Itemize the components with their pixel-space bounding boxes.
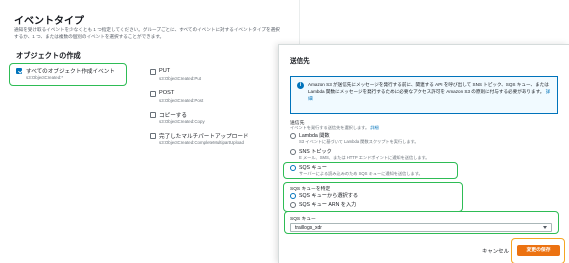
all-create-events-label: すべてのオブジェクト作成イベント bbox=[26, 69, 115, 75]
sqs-queue-value: traillogs_xdr bbox=[295, 225, 322, 231]
permissions-info-text: Amazon S3 が送信先にメッセージを発行する前に、関連する API を呼び… bbox=[308, 81, 553, 102]
put-label: PUT bbox=[159, 68, 171, 74]
permissions-info-body: Amazon S3 が送信先にメッセージを発行する前に、関連する API を呼び… bbox=[308, 82, 549, 94]
copy-checkbox[interactable] bbox=[150, 112, 156, 118]
permissions-info-box: i Amazon S3 が送信先にメッセージを発行する前に、関連する API を… bbox=[290, 76, 558, 114]
event-types-description: 通知を受け取るイベントを少なくとも 1 つ指定してください。グループごとに、すべ… bbox=[14, 27, 280, 39]
destination-description: イベントを発行する送信先を選択します。 詳細 bbox=[290, 125, 379, 131]
destination-learn-more-link[interactable]: 詳細 bbox=[370, 125, 378, 130]
post-checkbox[interactable] bbox=[150, 91, 156, 97]
post-label: POST bbox=[159, 90, 175, 96]
destination-title: 送信先 bbox=[290, 58, 310, 65]
multipart-checkbox[interactable] bbox=[150, 133, 156, 139]
sqs-radio[interactable] bbox=[290, 165, 296, 171]
post-sub: s3:ObjectCreated:Post bbox=[159, 98, 204, 103]
choose-from-queues-radio[interactable] bbox=[290, 193, 296, 199]
event-types-title: イベントタイプ bbox=[14, 16, 84, 27]
multipart-label: 完了したマルチパートアップロード bbox=[159, 134, 249, 140]
sqs-queue-label: SQS キュー bbox=[290, 217, 316, 222]
all-create-events-checkbox[interactable] bbox=[16, 68, 22, 74]
put-sub: s3:ObjectCreated:Put bbox=[159, 76, 201, 81]
sns-sub: E メール、SMS、または HTTP エンドポイントに通知を送信します。 bbox=[299, 155, 430, 160]
put-checkbox[interactable] bbox=[150, 69, 156, 75]
copy-label: コピーする bbox=[159, 113, 187, 119]
enter-arn-label: SQS キュー ARN を入力 bbox=[299, 202, 357, 208]
cancel-button[interactable]: キャンセル bbox=[482, 247, 509, 255]
sns-radio[interactable] bbox=[290, 149, 296, 155]
destination-panel: 送信先 i Amazon S3 が送信先にメッセージを発行する前に、関連する A… bbox=[278, 44, 569, 263]
multipart-sub: s3:ObjectCreated:CompleteMultipartUpload bbox=[159, 140, 244, 145]
all-create-events-sub: s3:ObjectCreated:* bbox=[26, 75, 64, 80]
sqs-queue-select[interactable]: traillogs_xdr bbox=[290, 223, 552, 232]
enter-arn-radio[interactable] bbox=[290, 202, 296, 208]
destination-description-text: イベントを発行する送信先を選択します。 bbox=[290, 125, 370, 130]
copy-sub: s3:ObjectCreated:Copy bbox=[159, 119, 205, 124]
sqs-sub: サーバーによる読み込みのため SQS キューに通知を送信します。 bbox=[299, 171, 423, 176]
lambda-radio[interactable] bbox=[290, 133, 296, 139]
sqs-label: SQS キュー bbox=[299, 165, 327, 171]
lambda-label: Lambda 関数 bbox=[299, 133, 330, 139]
choose-from-queues-label: SQS キューから選択する bbox=[299, 193, 359, 199]
object-creation-group-title: オブジェクトの作成 bbox=[16, 51, 81, 60]
event-types-panel: イベントタイプ 通知を受け取るイベントを少なくとも 1 つ指定してください。グル… bbox=[0, 0, 300, 158]
chevron-down-icon bbox=[543, 226, 547, 229]
lambda-sub: S3 イベントに基づいて Lambda 関数スクリプトを実行します。 bbox=[299, 139, 419, 144]
sns-label: SNS トピック bbox=[299, 149, 332, 155]
save-changes-button[interactable]: 変更の保存 bbox=[517, 245, 560, 256]
info-icon: i bbox=[297, 82, 304, 89]
specify-queue-label: SQS キューを特定 bbox=[290, 187, 331, 192]
